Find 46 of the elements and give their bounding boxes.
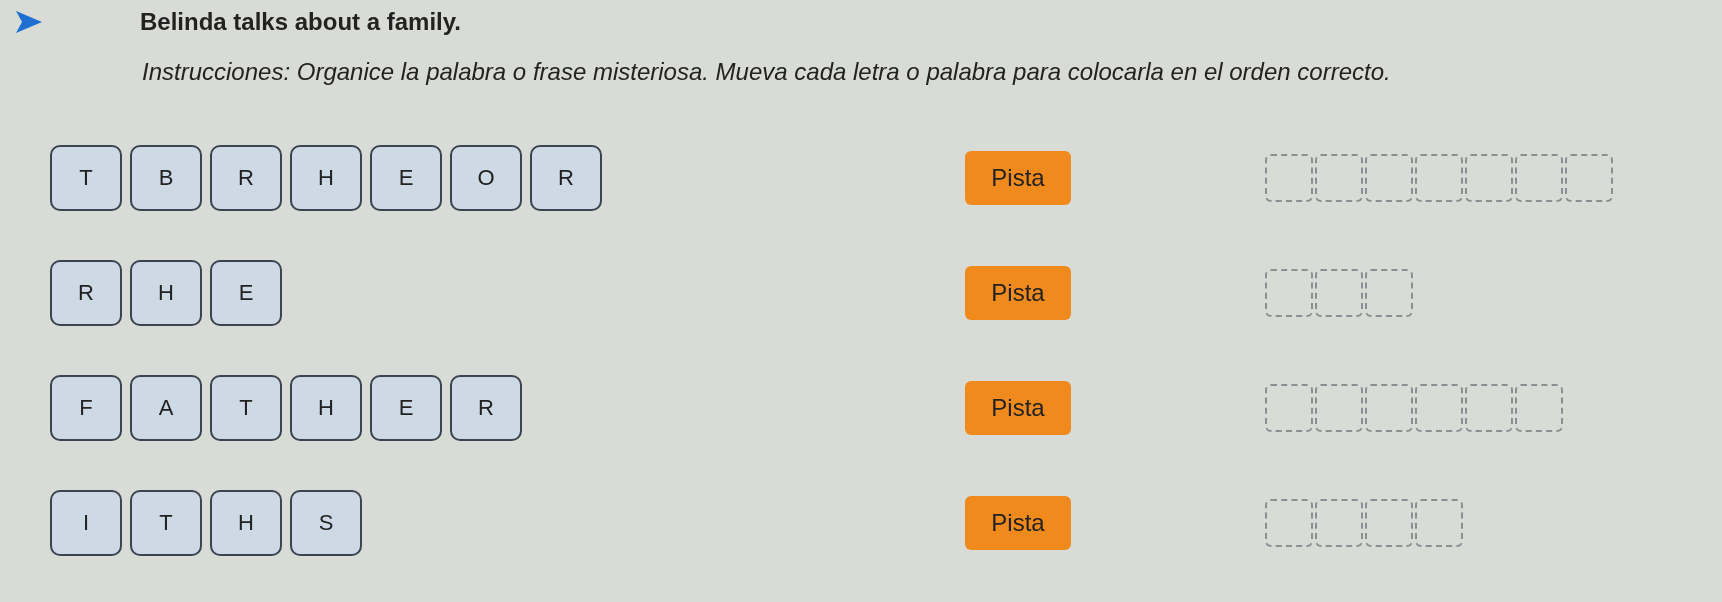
letter-tile[interactable]: E: [210, 259, 282, 326]
answer-slot[interactable]: [1465, 153, 1513, 202]
hint-button[interactable]: Pista: [965, 265, 1071, 320]
letter-tile[interactable]: T: [210, 374, 282, 441]
letter-tile[interactable]: I: [50, 489, 122, 556]
section-title: Belinda talks about a family.: [140, 7, 461, 37]
answer-slot[interactable]: [1265, 383, 1313, 432]
answer-slot[interactable]: [1265, 153, 1313, 202]
letter-tile[interactable]: S: [290, 489, 362, 556]
answer-slot[interactable]: [1565, 153, 1613, 202]
hint-button[interactable]: Pista: [965, 495, 1071, 550]
answer-slot[interactable]: [1415, 498, 1463, 547]
instructions-text: Instrucciones: Organice la palabra o frase misteriosa. Mueva cada letra o palabra para colocarla en el orden correcto.: [142, 57, 1392, 87]
answer-slot[interactable]: [1365, 498, 1413, 547]
answer-slot[interactable]: [1365, 153, 1413, 202]
letter-tile[interactable]: F: [50, 374, 122, 441]
answer-slot[interactable]: [1365, 383, 1413, 432]
answer-slot[interactable]: [1315, 268, 1363, 317]
letter-tile[interactable]: R: [530, 144, 602, 211]
answer-slot[interactable]: [1365, 268, 1413, 317]
answer-slot[interactable]: [1465, 383, 1513, 432]
letter-tile[interactable]: B: [130, 144, 202, 211]
letter-tile[interactable]: R: [210, 144, 282, 211]
answer-slot[interactable]: [1415, 153, 1463, 202]
answer-slot[interactable]: [1415, 383, 1463, 432]
answer-slot[interactable]: [1315, 498, 1363, 547]
letter-tile[interactable]: H: [290, 374, 362, 441]
letter-tile[interactable]: T: [130, 489, 202, 556]
hint-button[interactable]: Pista: [965, 380, 1071, 435]
hint-button[interactable]: Pista: [965, 150, 1071, 205]
letter-tile[interactable]: E: [370, 374, 442, 441]
letter-tile[interactable]: R: [450, 374, 522, 441]
letter-tile[interactable]: H: [290, 144, 362, 211]
letter-tile[interactable]: A: [130, 374, 202, 441]
letter-tile[interactable]: E: [370, 144, 442, 211]
letter-tile[interactable]: T: [50, 144, 122, 211]
letter-tile[interactable]: O: [450, 144, 522, 211]
answer-slot[interactable]: [1515, 153, 1563, 202]
answer-slot[interactable]: [1515, 383, 1563, 432]
answer-slot[interactable]: [1265, 268, 1313, 317]
letter-tile[interactable]: H: [210, 489, 282, 556]
answer-slot[interactable]: [1315, 153, 1363, 202]
answer-slot[interactable]: [1265, 498, 1313, 547]
answer-slot[interactable]: [1315, 383, 1363, 432]
letter-tile[interactable]: R: [50, 259, 122, 326]
letter-tile[interactable]: H: [130, 259, 202, 326]
